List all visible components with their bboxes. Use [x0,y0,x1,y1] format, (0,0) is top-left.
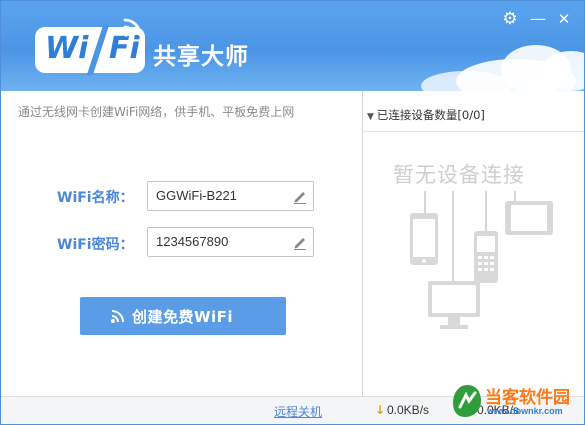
app-name: 共享大师 [153,44,249,70]
close-button[interactable]: ✕ [555,10,573,28]
remote-shutdown-link[interactable]: 远程关机 [274,403,322,420]
header-divider [363,131,584,132]
wifi-signal-icon [111,310,124,323]
watermark-text: 当客软件园 [485,388,570,408]
watermark-logo-icon [453,385,481,417]
settings-gear-icon[interactable]: ⚙ [501,10,519,28]
feature-phone-icon [474,231,498,283]
collapse-triangle-icon[interactable]: ▼ [367,112,374,122]
create-free-wifi-label: 创建免费WiFi [132,308,234,326]
logo-wi-text: Wi [45,31,89,66]
app-logo: Wi Fi [35,18,145,75]
connected-devices-count: 已连接设备数量[0/0] [376,108,485,122]
device-cables [424,191,516,281]
tablet-icon [505,201,553,235]
wifi-name-label: WiFi名称： [57,190,134,206]
phone-icon [410,213,438,265]
download-arrow-icon: ↓ [375,403,386,417]
pencil-icon[interactable] [293,234,307,250]
create-free-wifi-button[interactable]: 创建免费WiFi [80,297,286,335]
pencil-icon[interactable] [293,188,307,204]
watermark-url: www.downkr.com [487,406,563,416]
minimize-button[interactable]: — [529,10,547,28]
wifi-password-field[interactable]: 1234567890 [147,227,314,257]
wifi-password-value[interactable]: 1234567890 [156,234,228,249]
wifi-password-label: WiFi密码： [57,237,134,253]
subtitle: 通过无线网卡创建WiFi网络，供手机、平板免费上网 [18,105,295,119]
share-settings-panel: 通过无线网卡创建WiFi网络，供手机、平板免费上网 WiFi名称： GGWiFi… [1,91,362,396]
monitor-icon [428,281,480,329]
title-bar[interactable]: Wi Fi 共享大师 ⚙ — ✕ [1,1,584,91]
connected-devices-panel: ▼ 已连接设备数量[0/0] 暂无设备连接 [363,91,584,396]
wifi-name-field[interactable]: GGWiFi-B221 [147,181,314,211]
connected-devices-header[interactable]: ▼ 已连接设备数量[0/0] [367,107,485,123]
wifi-name-value[interactable]: GGWiFi-B221 [156,188,237,203]
no-device-text: 暂无设备连接 [393,163,525,187]
wifi-signal-icon [123,18,142,37]
download-speed: 0.0KB/s [387,403,430,417]
watermark: 当客软件园 www.downkr.com [451,381,584,424]
app-window: Wi Fi 共享大师 ⚙ — ✕ 通过无线网卡创建WiFi网络，供手机、平板免费… [0,0,585,425]
devices-illustration [410,191,553,329]
